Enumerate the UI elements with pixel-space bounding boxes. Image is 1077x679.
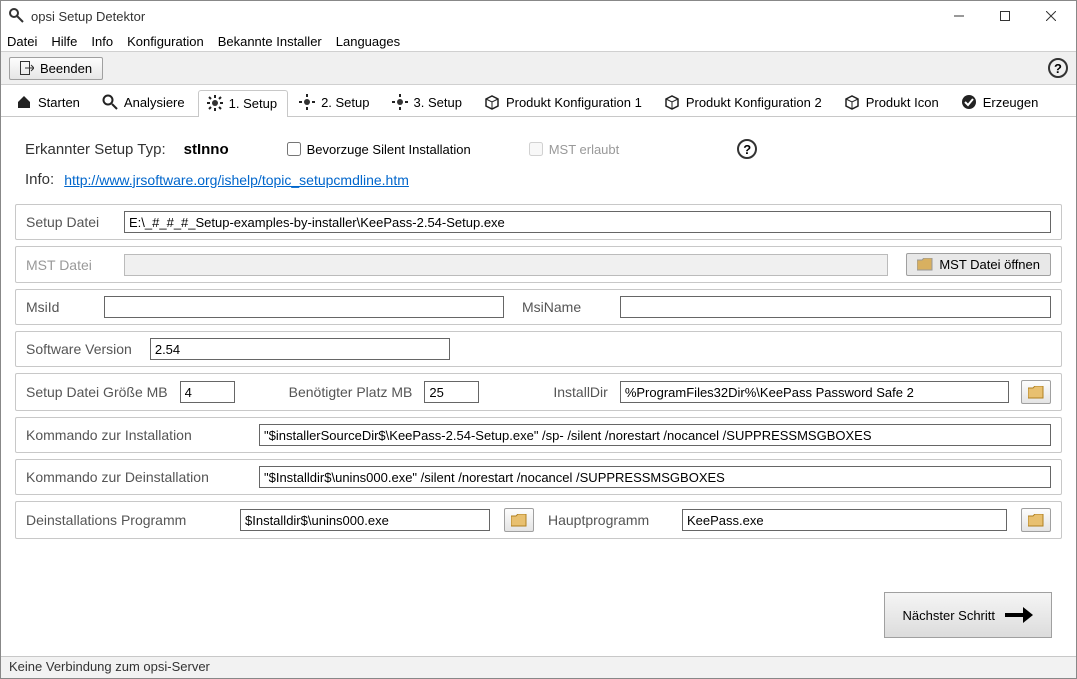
installdir-input[interactable] [620, 381, 1009, 403]
section-help-icon[interactable]: ? [737, 139, 757, 159]
menu-bar: Datei Hilfe Info Konfiguration Bekannte … [1, 31, 1076, 51]
toolbar: Beenden ? [1, 51, 1076, 85]
version-input[interactable] [150, 338, 450, 360]
msiid-label: MsiId [26, 299, 86, 315]
search-icon [102, 94, 118, 110]
install-cmd-label: Kommando zur Installation [26, 427, 241, 443]
window-title: opsi Setup Detektor [31, 9, 936, 24]
size-label: Setup Datei Größe MB [26, 384, 168, 400]
folder-icon [1028, 386, 1044, 399]
next-step-button[interactable]: Nächster Schritt [884, 592, 1052, 638]
menu-file[interactable]: Datei [7, 34, 37, 49]
tab-analyse[interactable]: Analysiere [93, 89, 196, 116]
box-icon [844, 94, 860, 110]
main-prog-input[interactable] [682, 509, 1007, 531]
menu-known-installers[interactable]: Bekannte Installer [218, 34, 322, 49]
quit-button[interactable]: Beenden [9, 57, 103, 80]
help-icon[interactable]: ? [1048, 58, 1068, 78]
required-input[interactable] [424, 381, 479, 403]
detected-type-value: stInno [184, 141, 229, 158]
tab-setup-2[interactable]: 2. Setup [290, 89, 380, 116]
prefer-silent-checkbox[interactable]: Bevorzuge Silent Installation [287, 142, 471, 157]
exit-icon [20, 61, 34, 75]
info-label: Info: [25, 171, 54, 188]
close-button[interactable] [1028, 1, 1074, 31]
menu-info[interactable]: Info [91, 34, 113, 49]
window-titlebar: opsi Setup Detektor [1, 1, 1076, 31]
maximize-button[interactable] [982, 1, 1028, 31]
version-label: Software Version [26, 341, 132, 357]
menu-languages[interactable]: Languages [336, 34, 400, 49]
setup-file-input[interactable] [124, 211, 1051, 233]
home-icon [16, 94, 32, 110]
mst-file-label: MST Datei [26, 257, 106, 273]
tab-setup-3[interactable]: 3. Setup [383, 89, 473, 116]
setup-file-label: Setup Datei [26, 214, 106, 230]
tab-content: Erkannter Setup Typ: stInno Bevorzuge Si… [1, 117, 1076, 656]
box-icon [664, 94, 680, 110]
tab-start[interactable]: Starten [7, 89, 91, 116]
installdir-browse-button[interactable] [1021, 380, 1051, 404]
folder-icon [1028, 514, 1044, 527]
size-input[interactable] [180, 381, 235, 403]
gear-icon [207, 95, 223, 111]
folder-icon [917, 258, 933, 271]
install-cmd-input[interactable] [259, 424, 1051, 446]
uninstall-cmd-label: Kommando zur Deinstallation [26, 469, 241, 485]
main-prog-label: Hauptprogramm [548, 512, 668, 528]
tab-setup-1[interactable]: 1. Setup [198, 90, 288, 117]
box-icon [484, 94, 500, 110]
mst-allowed-checkbox: MST erlaubt [529, 142, 620, 157]
arrow-right-icon [1005, 607, 1033, 623]
tab-bar: Starten Analysiere 1. Setup 2. Setup 3. … [1, 85, 1076, 117]
status-bar: Keine Verbindung zum opsi-Server [1, 656, 1076, 678]
menu-help[interactable]: Hilfe [51, 34, 77, 49]
main-prog-browse-button[interactable] [1021, 508, 1051, 532]
mst-open-button[interactable]: MST Datei öffnen [906, 253, 1051, 276]
check-circle-icon [961, 94, 977, 110]
detected-type-label: Erkannter Setup Typ: [25, 141, 166, 158]
menu-config[interactable]: Konfiguration [127, 34, 204, 49]
status-text: Keine Verbindung zum opsi-Server [9, 659, 210, 674]
msiid-input[interactable] [104, 296, 504, 318]
app-icon [9, 8, 25, 24]
gear-icon [392, 94, 408, 110]
installdir-label: InstallDir [553, 384, 607, 400]
uninstall-cmd-input[interactable] [259, 466, 1051, 488]
quit-button-label: Beenden [40, 61, 92, 76]
folder-icon [511, 514, 527, 527]
tab-product-config-2[interactable]: Produkt Konfiguration 2 [655, 89, 833, 116]
uninstall-prog-input[interactable] [240, 509, 490, 531]
uninstall-prog-browse-button[interactable] [504, 508, 534, 532]
mst-file-input [124, 254, 888, 276]
tab-product-icon[interactable]: Produkt Icon [835, 89, 950, 116]
info-link[interactable]: http://www.jrsoftware.org/ishelp/topic_s… [64, 172, 409, 188]
msiname-input[interactable] [620, 296, 1051, 318]
tab-create[interactable]: Erzeugen [952, 89, 1050, 116]
minimize-button[interactable] [936, 1, 982, 31]
tab-product-config-1[interactable]: Produkt Konfiguration 1 [475, 89, 653, 116]
uninstall-prog-label: Deinstallations Programm [26, 512, 226, 528]
gear-icon [299, 94, 315, 110]
msiname-label: MsiName [522, 299, 602, 315]
required-label: Benötigter Platz MB [289, 384, 413, 400]
